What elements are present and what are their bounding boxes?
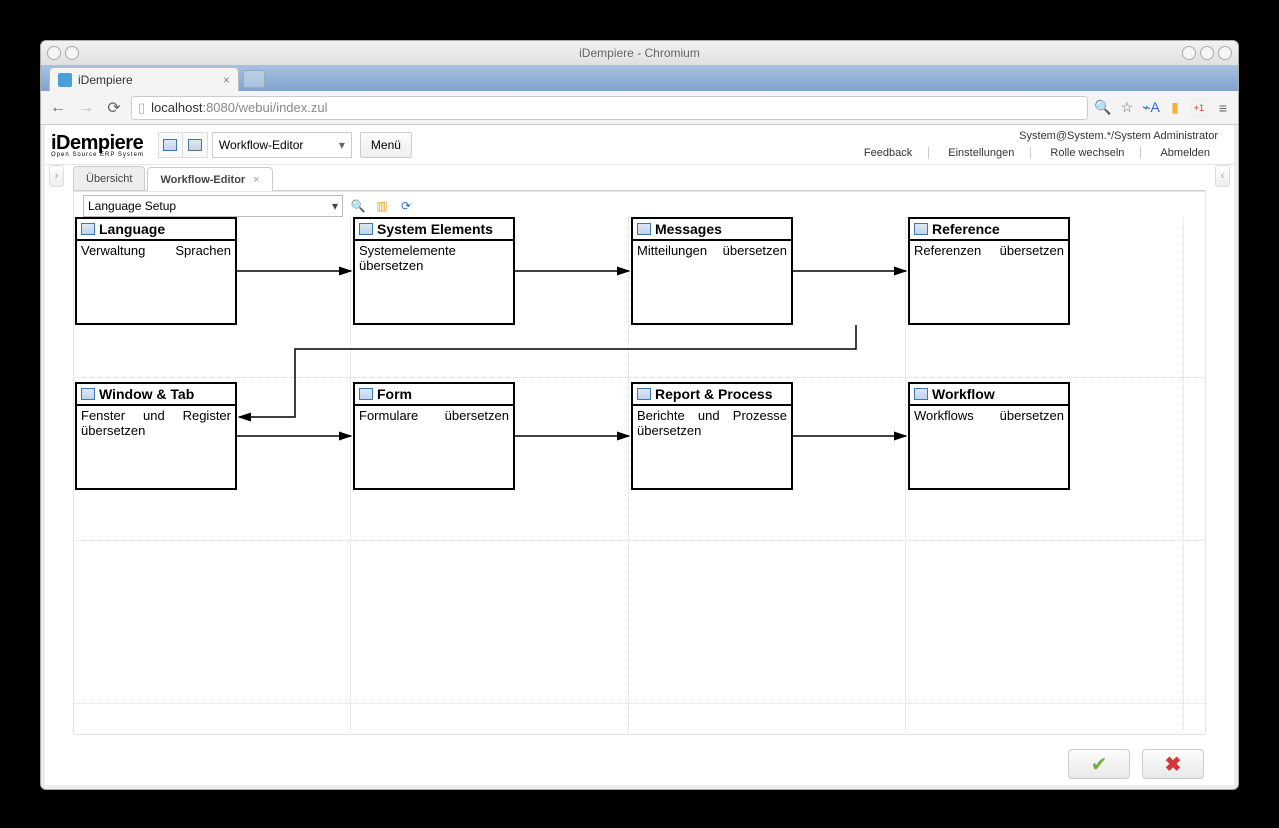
window-title: iDempiere - Chromium [41, 46, 1238, 60]
back-button[interactable]: ← [47, 97, 69, 119]
node-report-process[interactable]: Report & Process Berichte und Prozesse ü… [631, 382, 793, 490]
feedback-link[interactable]: Feedback [864, 147, 929, 159]
ok-button[interactable]: ✔ [1068, 749, 1130, 779]
workflow-selector[interactable]: Language Setup [83, 195, 343, 217]
page-icon: ▯ [138, 100, 145, 116]
footer-buttons: ✔ ✖ [1068, 749, 1204, 779]
new-node-icon[interactable]: ▥ [373, 197, 391, 215]
browser-tab-label: iDempiere [78, 73, 133, 87]
collapse-left-handle[interactable]: › [49, 165, 64, 187]
tab-close-icon[interactable]: × [253, 174, 259, 186]
reload-button[interactable]: ⟳ [103, 97, 125, 119]
tab-overview[interactable]: Übersicht [73, 166, 145, 190]
forward-button[interactable]: → [75, 97, 97, 119]
favicon-icon [58, 73, 72, 87]
settings-link[interactable]: Einstellungen [948, 147, 1031, 159]
new-tab-button[interactable] [243, 70, 265, 88]
window-close[interactable] [1218, 46, 1232, 60]
switch-role-link[interactable]: Rolle wechseln [1050, 147, 1141, 159]
open-record-icon[interactable] [183, 133, 207, 157]
window-icon [914, 223, 928, 235]
zoom-icon[interactable]: 🔍 [1094, 99, 1112, 117]
menu-button[interactable]: Menü [360, 132, 412, 158]
browser-toolbar: ← → ⟳ ▯ localhost:8080/webui/index.zul 🔍… [41, 91, 1238, 125]
plusone-ext-icon[interactable]: +1 [1190, 99, 1208, 117]
device-ext-icon[interactable]: ▮ [1166, 99, 1184, 117]
window-icon [81, 388, 95, 400]
window-icon [81, 223, 95, 235]
window-button-2[interactable] [65, 46, 79, 60]
browser-tabstrip: iDempiere × [41, 65, 1238, 91]
node-system-elements[interactable]: System Elements Systemelemente übersetze… [353, 217, 515, 325]
app-tabbar: Übersicht Workflow-Editor × [73, 163, 1206, 191]
os-window: iDempiere - Chromium iDempiere × ← → ⟳ ▯… [40, 40, 1239, 790]
browser-menu-icon[interactable]: ≡ [1214, 99, 1232, 117]
workflow-canvas[interactable]: Language Verwaltung Sprachen System Elem… [73, 217, 1206, 731]
window-icon [359, 388, 373, 400]
user-context-block: System@System.*/System Administrator Fee… [856, 128, 1228, 161]
window-icon [359, 223, 373, 235]
tab-workflow-editor[interactable]: Workflow-Editor × [147, 167, 272, 191]
node-workflow[interactable]: Workflow Workflows übersetzen [908, 382, 1070, 490]
new-record-icon[interactable] [159, 133, 183, 157]
check-icon: ✔ [1091, 752, 1108, 777]
window-icon [914, 388, 928, 400]
node-language[interactable]: Language Verwaltung Sprachen [75, 217, 237, 325]
refresh-icon[interactable]: ⟳ [397, 197, 415, 215]
node-reference[interactable]: Reference Referenzen übersetzen [908, 217, 1070, 325]
logout-link[interactable]: Abmelden [1160, 147, 1210, 159]
browser-tab-close-icon[interactable]: × [223, 73, 230, 87]
translate-ext-icon[interactable]: ⌁A [1142, 99, 1160, 117]
node-messages[interactable]: Messages Mitteilungen übersetzen [631, 217, 793, 325]
window-button-1[interactable] [47, 46, 61, 60]
window-minimize[interactable] [1182, 46, 1196, 60]
browser-tab-active[interactable]: iDempiere × [49, 67, 239, 91]
app-toolbar: iDempiere Open Source ERP System Workflo… [45, 125, 1234, 165]
node-form[interactable]: Form Formulare übersetzen [353, 382, 515, 490]
url-host: localhost [151, 100, 202, 115]
url-path: :8080/webui/index.zul [202, 100, 327, 115]
window-titlebar: iDempiere - Chromium [41, 41, 1238, 65]
zoom-node-icon[interactable]: 🔍 [349, 197, 367, 215]
bookmark-icon[interactable]: ☆ [1118, 99, 1136, 117]
node-window-tab[interactable]: Window & Tab Fenster und Register überse… [75, 382, 237, 490]
window-maximize[interactable] [1200, 46, 1214, 60]
window-selector[interactable]: Workflow-Editor [212, 132, 352, 158]
address-bar[interactable]: ▯ localhost:8080/webui/index.zul [131, 96, 1088, 120]
window-icon [637, 388, 651, 400]
collapse-right-handle[interactable]: ‹ [1215, 165, 1230, 187]
app-page: iDempiere Open Source ERP System Workflo… [45, 125, 1234, 785]
cancel-button[interactable]: ✖ [1142, 749, 1204, 779]
app-logo: iDempiere Open Source ERP System [51, 132, 144, 158]
window-icon [637, 223, 651, 235]
appbar-icon-group [158, 132, 208, 158]
cross-icon: ✖ [1165, 752, 1182, 777]
user-context: System@System.*/System Administrator [856, 128, 1218, 145]
